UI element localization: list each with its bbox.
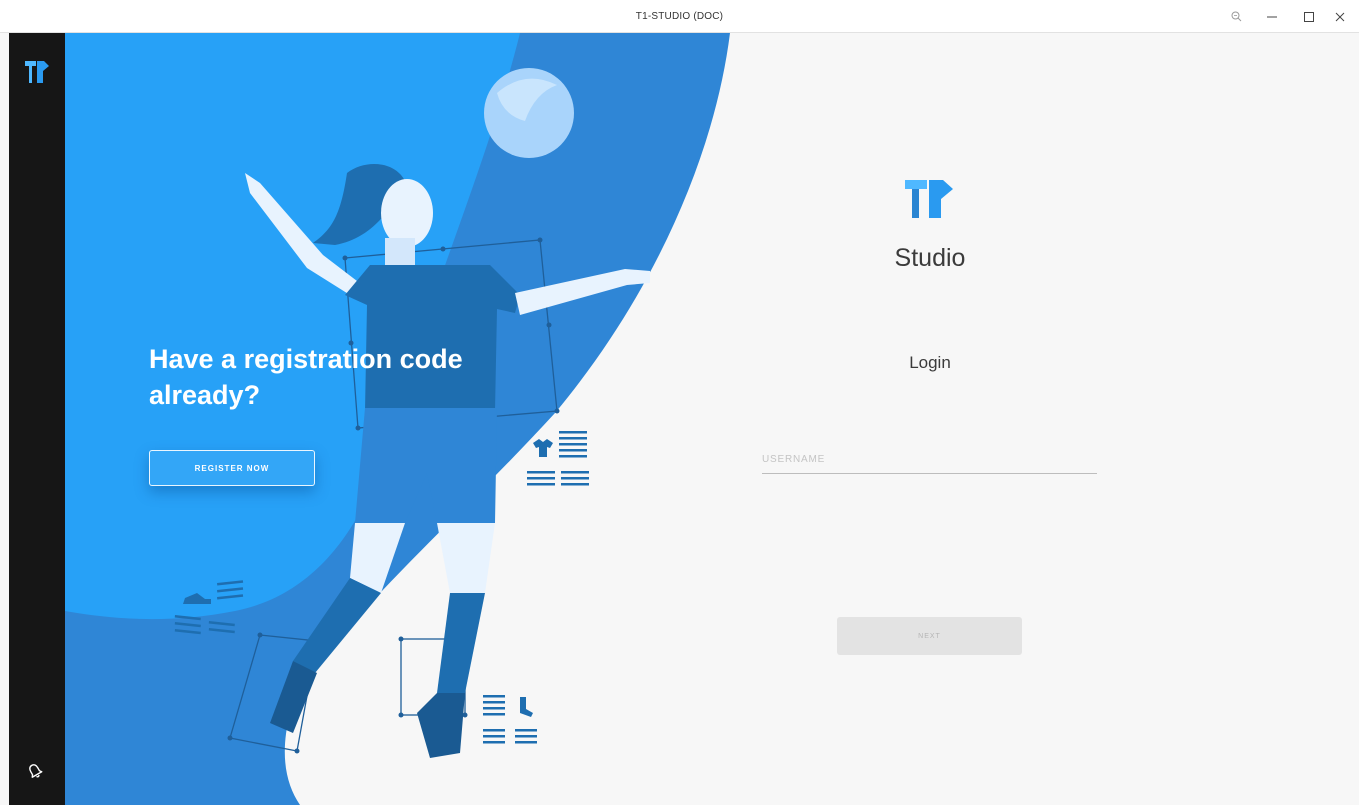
brand-name: Studio [894,244,966,272]
hero-heading: Have a registration code already? [149,344,463,410]
title-bar: T1-STUDIO (DOC) [0,0,1359,33]
login-title: Login [909,353,951,372]
username-input[interactable] [762,446,1097,474]
window-title: T1-STUDIO (DOC) [635,11,724,22]
next-button[interactable]: NEXT [837,617,1022,655]
hero-panel: Have a registration code already? REGIST… [65,33,1359,805]
hero-illustration [65,33,1359,805]
bell-icon[interactable] [27,763,43,784]
sidebar [9,33,65,805]
minimize-icon[interactable] [1256,0,1288,33]
studio-logo-icon [905,180,955,223]
t1-logo-icon[interactable] [25,61,49,88]
magnifier-icon[interactable] [1220,0,1252,33]
maximize-icon[interactable] [1293,0,1325,33]
register-now-button[interactable]: REGISTER NOW [149,450,315,486]
close-icon[interactable] [1324,0,1356,33]
